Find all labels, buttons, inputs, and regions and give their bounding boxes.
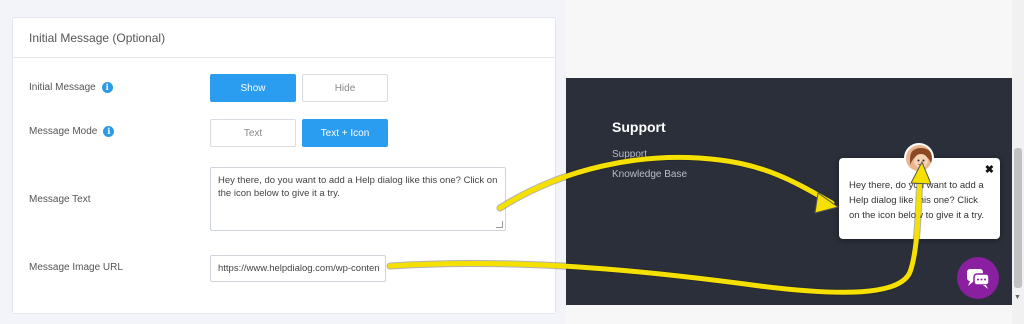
avatar-image (904, 143, 934, 173)
scrollbar-thumb[interactable] (1014, 148, 1022, 288)
info-icon[interactable]: i (101, 82, 113, 93)
bubble-message-text: Hey there, do you want to add a Help dia… (849, 180, 985, 221)
show-button[interactable]: Show (210, 74, 296, 102)
message-image-url-label: Message Image URL (29, 262, 123, 273)
initial-message-label: Initial Message i (29, 82, 113, 93)
panel-title: Initial Message (Optional) (13, 18, 555, 58)
close-icon[interactable]: ✖ (985, 163, 994, 178)
message-mode-label: Message Mode i (29, 126, 115, 137)
chat-launcher-button[interactable] (957, 257, 999, 299)
text-icon-mode-button[interactable]: Text + Icon (302, 119, 388, 147)
initial-message-panel: Initial Message (Optional) Initial Messa… (12, 17, 556, 314)
chat-icon (967, 269, 990, 289)
message-text-label: Message Text (29, 194, 91, 205)
text-mode-button[interactable]: Text (210, 119, 296, 147)
info-icon[interactable]: i (103, 126, 115, 137)
scroll-down-icon[interactable]: ▼ (1014, 294, 1021, 301)
footer-heading: Support (612, 119, 666, 135)
message-text-value: Hey there, do you want to add a Help dia… (218, 175, 498, 199)
preview-page-top (566, 0, 1012, 78)
initial-message-label-text: Initial Message (29, 82, 96, 93)
message-mode-label-text: Message Mode (29, 126, 98, 137)
hide-button[interactable]: Hide (302, 74, 388, 102)
message-image-url-input[interactable]: https://www.helpdialog.com/wp-conten (210, 255, 386, 282)
footer-link-knowledge-base[interactable]: Knowledge Base (612, 169, 687, 180)
message-text-area[interactable]: Hey there, do you want to add a Help dia… (210, 167, 506, 231)
footer-link-support[interactable]: Support (612, 149, 647, 160)
preview-page-bottom (566, 305, 1012, 324)
resize-handle-icon[interactable] (496, 221, 503, 228)
